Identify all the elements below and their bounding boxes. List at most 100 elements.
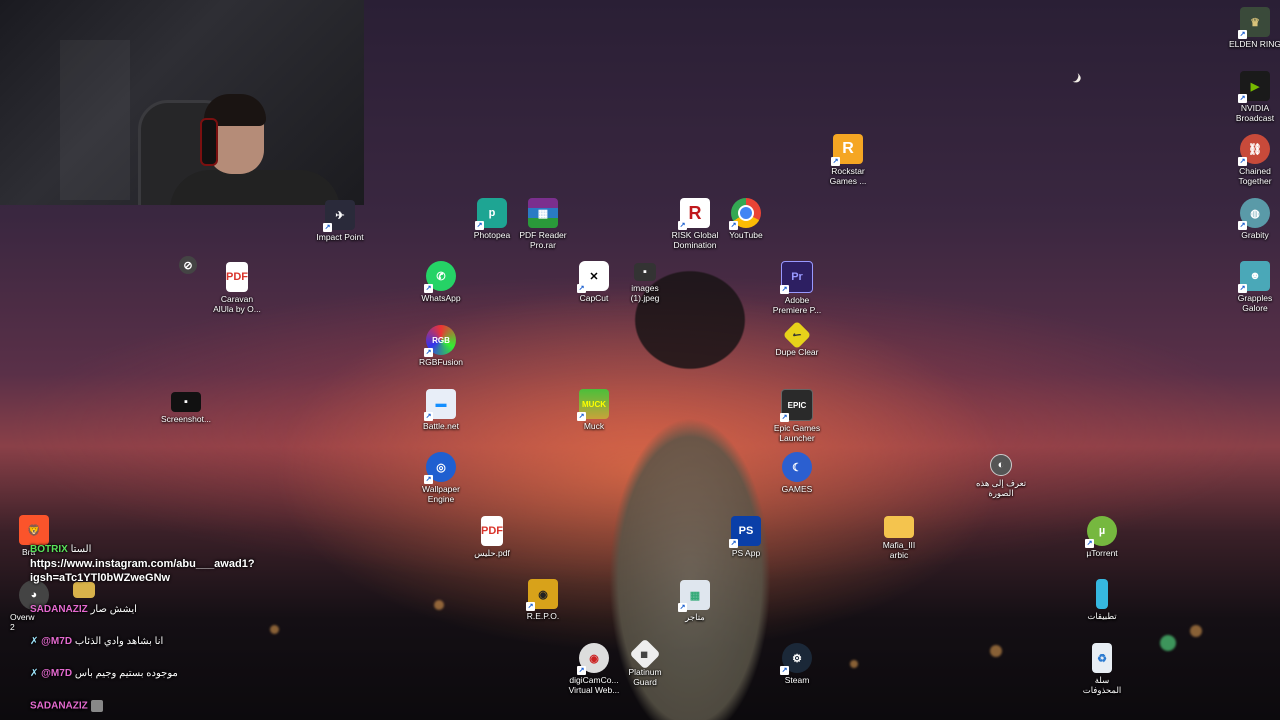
- chat-text: الستا: [70, 544, 92, 555]
- desktop-icon-label: YouTube: [729, 230, 763, 240]
- desktop-icon-taarraf[interactable]: ◐ تعرف إلى هذه الصورة: [971, 454, 1031, 498]
- desktop-icon-games[interactable]: ☾ GAMES: [767, 452, 827, 494]
- desktop-icon-mafia[interactable]: Mafia_III arbic: [869, 516, 929, 560]
- desktop-icon-images-jpeg[interactable]: ▪ images (1).jpeg: [615, 263, 675, 303]
- desktop-icon-nvidia[interactable]: ▶ ↗ NVIDIA Broadcast: [1225, 71, 1280, 123]
- desktop-icon-label: R.E.P.O.: [526, 611, 560, 621]
- digicam-icon: ◉ ↗: [577, 643, 609, 675]
- chat-username: SADANAZIZ: [30, 700, 88, 712]
- desktop-icon-youtube[interactable]: ↗ YouTube: [716, 198, 776, 240]
- moderator-icon: ✗: [30, 636, 39, 647]
- bokeh-light: [434, 600, 444, 610]
- chat-message: BOTRIX الستا: [30, 544, 91, 555]
- desktop-icon-rockstar[interactable]: R ↗ Rockstar Games ...: [818, 134, 878, 186]
- desktop-icon-label: تعرف إلى هذه الصورة: [975, 478, 1027, 498]
- photopea-icon: p ↗: [475, 198, 507, 230]
- stream-chat-overlay: BOTRIX الستا https://www.instagram.com/a…: [22, 540, 338, 720]
- desktop-icon-label: WhatsApp: [421, 293, 461, 303]
- desktop-icon-ps-app[interactable]: PS ↗ PS App: [716, 516, 776, 558]
- desktop-icon-halees-pdf[interactable]: PDF حليس.pdf: [462, 516, 522, 558]
- desktop-icon-label: PDF Reader Pro.rar: [519, 230, 567, 250]
- chat-link[interactable]: https://www.instagram.com/abu___awad1?: [30, 558, 255, 570]
- ban-icon: ⊘: [158, 256, 218, 274]
- desktop-icon-label: NVIDIA Broadcast: [1235, 103, 1275, 123]
- bokeh-light: [1160, 635, 1176, 651]
- repo-game-icon: ◉ ↗: [526, 579, 558, 611]
- desktop-icon-grapples[interactable]: ☻ ↗ Grapples Galore: [1225, 261, 1280, 313]
- desktop-icon-label: Epic Games Launcher: [773, 423, 821, 443]
- chat-username: BOTRIX: [30, 544, 68, 555]
- desktop-icon-chained[interactable]: ⛓ ↗ Chained Together: [1225, 134, 1280, 186]
- elden-ring-icon: ♛ ↗: [1238, 7, 1270, 39]
- image-file-icon: ▪: [634, 263, 656, 281]
- desktop-icon-pdf-reader[interactable]: ▦ PDF Reader Pro.rar: [513, 198, 573, 250]
- chat-text: انا بشاهد وادي الذئاب: [74, 636, 164, 647]
- desktop-icon-label: Platinum Guard: [628, 667, 662, 687]
- desktop-icon-mataajir[interactable]: ▦ ↗ متاجر: [665, 580, 725, 622]
- desktop-icon-grabity[interactable]: ◍ ↗ Grabity: [1225, 198, 1280, 240]
- desktop-icon-rgbfusion[interactable]: RGB ↗ RGBFusion: [411, 325, 471, 367]
- nvidia-icon: ▶ ↗: [1238, 71, 1270, 103]
- chat-username: SADANAZIZ: [30, 604, 88, 615]
- desktop-icon-label: Grabity: [1241, 230, 1269, 240]
- webcam-overlay: [0, 0, 364, 205]
- apps-folder-icon: [1096, 579, 1108, 609]
- impact-point-icon: ✈ ↗: [323, 200, 355, 232]
- chat-text: موجوده بستيم وجيم باس: [74, 668, 178, 679]
- muck-icon: MUCK ↗: [577, 389, 609, 421]
- desktop-icon-label: سلة المحذوفات: [1082, 675, 1122, 695]
- chat-message: SADANAZIZ ايشش صار: [30, 604, 137, 615]
- desktop-icon-label: Screenshot...: [160, 414, 212, 424]
- desktop-icon-tatbiqat[interactable]: تطبيقات: [1072, 579, 1132, 621]
- desktop-icon-label: Wallpaper Engine: [422, 484, 460, 504]
- premiere-icon: Pr ↗: [780, 261, 813, 294]
- rgb-fusion-icon: RGB ↗: [424, 325, 456, 357]
- desktop-icon-label: Caravan AlUla by O...: [213, 294, 261, 314]
- moderator-icon: ✗: [30, 668, 39, 679]
- desktop-icon-premiere[interactable]: Pr ↗ Adobe Premiere P...: [767, 261, 827, 315]
- chat-message: ✗ @M7D انا بشاهد وادي الذئاب: [30, 636, 163, 647]
- desktop-icon-platinum-guard[interactable]: ◆ Platinum Guard: [615, 638, 675, 687]
- desktop-icon-label: Rockstar Games ...: [829, 166, 867, 186]
- store-icon: ▦ ↗: [678, 580, 710, 612]
- moon-decoration: [1066, 69, 1083, 85]
- desktop-icon-battlenet[interactable]: ▬ ↗ Battle.net: [411, 389, 471, 431]
- desktop-icon-muck[interactable]: MUCK ↗ Muck: [564, 389, 624, 431]
- grabity-icon: ◍ ↗: [1238, 198, 1270, 230]
- desktop-icon-elden-ring[interactable]: ♛ ↗ ELDEN RING: [1225, 7, 1280, 49]
- desktop-icon-epic[interactable]: EPIC ↗ Epic Games Launcher: [767, 389, 827, 443]
- epic-games-icon: EPIC ↗: [780, 389, 813, 422]
- pdf-file-icon: PDF: [226, 262, 248, 292]
- desktop-icon-wallpaper-engine[interactable]: ◎ ↗ Wallpaper Engine: [411, 452, 471, 504]
- desktop-icon-label: Dupe Clear: [775, 347, 819, 357]
- chat-username: @M7D: [41, 668, 73, 679]
- desktop-icon-label: Muck: [583, 421, 605, 431]
- desktop-icon-repo[interactable]: ◉ ↗ R.E.P.O.: [513, 579, 573, 621]
- desktop-icon-label: حليس.pdf: [474, 548, 510, 558]
- desktop-icon-label: Steam: [784, 675, 810, 685]
- desktop-icon-steam[interactable]: ⚙ ↗ Steam: [767, 643, 827, 685]
- chat-emote-icon: [90, 700, 103, 712]
- risk-icon: R ↗: [678, 198, 710, 230]
- chat-message: ✗ @M7D موجوده بستيم وجيم باس: [30, 668, 178, 679]
- webcam-background: [60, 40, 130, 200]
- desktop-icon-impact-point[interactable]: ✈ ↗ Impact Point: [310, 200, 370, 242]
- desktop-icon-utorrent[interactable]: µ ↗ µTorrent: [1072, 516, 1132, 558]
- desktop-icon-dupe-clear[interactable]: ✓ Dupe Clear: [767, 320, 827, 357]
- desktop-icon-label: GAMES: [781, 484, 813, 494]
- games-folder-icon: ☾: [782, 452, 812, 482]
- whatsapp-icon: ✆ ↗: [424, 261, 456, 293]
- recycle-bin-icon: ♻: [1092, 643, 1112, 673]
- desktop-icon-label: Impact Point: [316, 232, 364, 242]
- desktop-icon-label: Adobe Premiere P...: [772, 295, 822, 315]
- chat-link-continued[interactable]: igsh=aTc1YTl0bWZweGNw: [30, 572, 170, 584]
- desktop-icon-label: ELDEN RING: [1229, 39, 1280, 49]
- winrar-archive-icon: ▦: [528, 198, 558, 228]
- chat-text: ايشش صار: [90, 604, 137, 615]
- playstation-icon: PS ↗: [729, 516, 761, 548]
- desktop-icon-screenshot[interactable]: ▪ Screenshot...: [156, 392, 216, 424]
- folder-icon: [884, 516, 914, 538]
- grapples-galore-icon: ☻ ↗: [1238, 261, 1270, 293]
- desktop-icon-whatsapp[interactable]: ✆ ↗ WhatsApp: [411, 261, 471, 303]
- desktop-icon-recycle[interactable]: ♻ سلة المحذوفات: [1072, 643, 1132, 695]
